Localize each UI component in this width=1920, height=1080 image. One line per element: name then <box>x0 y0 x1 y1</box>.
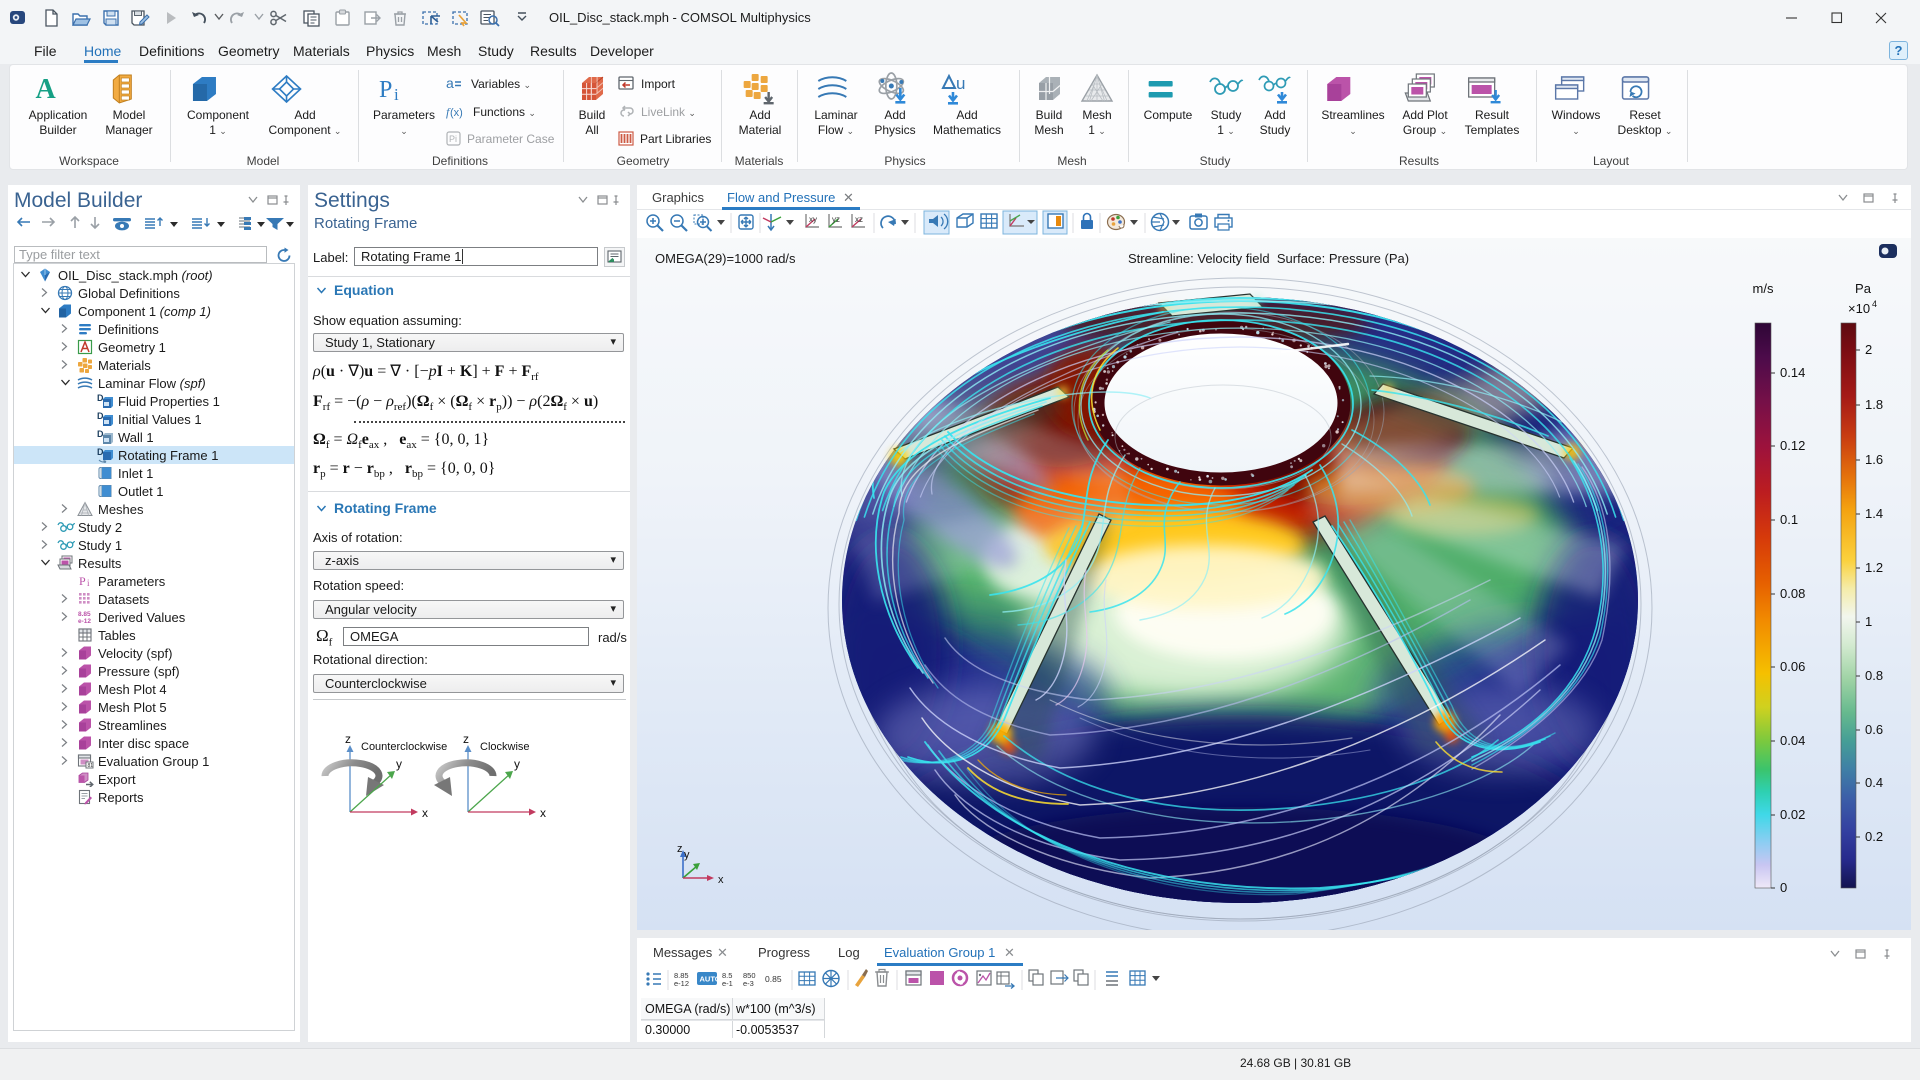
svg-text:i: i <box>394 85 399 104</box>
svg-text:u: u <box>956 74 965 93</box>
svg-text:xy: xy <box>809 215 817 224</box>
svg-text:x: x <box>540 806 546 820</box>
svg-text:Counterclockwise: Counterclockwise <box>361 741 447 753</box>
svg-text:AUTO: AUTO <box>700 975 721 984</box>
svg-text:0.8: 0.8 <box>1865 668 1883 683</box>
svg-text:0.08: 0.08 <box>1780 586 1805 601</box>
svg-text:Pi: Pi <box>449 134 457 144</box>
svg-text:y: y <box>684 849 690 861</box>
svg-text:yz: yz <box>832 215 840 224</box>
svg-text:1.8: 1.8 <box>1865 397 1883 412</box>
svg-text:0.06: 0.06 <box>1780 659 1805 674</box>
svg-text:0.4: 0.4 <box>1865 775 1883 790</box>
svg-text:P: P <box>79 574 86 588</box>
svg-text:2: 2 <box>1865 342 1872 357</box>
svg-text:P: P <box>379 77 392 103</box>
svg-text:y: y <box>396 757 402 771</box>
svg-text:0.04: 0.04 <box>1780 733 1805 748</box>
svg-text:0.12: 0.12 <box>1780 438 1805 453</box>
svg-text:m/s: m/s <box>1753 281 1774 296</box>
svg-text:0.6: 0.6 <box>1865 722 1883 737</box>
svg-text:8.85: 8.85 <box>78 611 91 618</box>
svg-text:Pa: Pa <box>1855 281 1872 296</box>
svg-text:×10: ×10 <box>1848 301 1870 316</box>
svg-text:1.2: 1.2 <box>1865 560 1883 575</box>
svg-text:1.6: 1.6 <box>1865 452 1883 467</box>
svg-text:xz: xz <box>855 215 863 224</box>
svg-text:1.4: 1.4 <box>1865 506 1883 521</box>
svg-text:e-3: e-3 <box>743 979 754 988</box>
svg-text:z: z <box>345 732 351 746</box>
svg-text:z: z <box>677 843 683 855</box>
svg-text:1: 1 <box>1865 614 1872 629</box>
svg-text:0.85: 0.85 <box>765 974 782 984</box>
svg-text:D: D <box>97 411 104 421</box>
svg-text:y: y <box>514 757 520 771</box>
svg-text:z: z <box>463 732 469 746</box>
svg-text:A: A <box>36 74 57 105</box>
svg-text:81: 81 <box>88 763 94 769</box>
svg-text:0: 0 <box>1780 880 1787 895</box>
svg-text:4: 4 <box>1872 299 1877 309</box>
svg-text:0.02: 0.02 <box>1780 807 1805 822</box>
svg-text:x: x <box>718 874 724 886</box>
svg-text:0.1: 0.1 <box>1780 512 1798 527</box>
svg-text:(x): (x) <box>450 107 463 119</box>
svg-text:a: a <box>446 76 454 91</box>
svg-text:i: i <box>87 578 90 588</box>
svg-text:D: D <box>97 447 104 457</box>
svg-text:e-12: e-12 <box>674 979 689 988</box>
svg-text:Clockwise: Clockwise <box>480 741 530 753</box>
svg-text:0.2: 0.2 <box>1865 829 1883 844</box>
svg-text:x: x <box>422 806 428 820</box>
svg-text:D: D <box>97 429 104 439</box>
svg-text:D: D <box>97 393 104 403</box>
svg-text:e-1: e-1 <box>722 979 733 988</box>
svg-text:0.14: 0.14 <box>1780 365 1805 380</box>
svg-text:e-12: e-12 <box>78 618 91 625</box>
